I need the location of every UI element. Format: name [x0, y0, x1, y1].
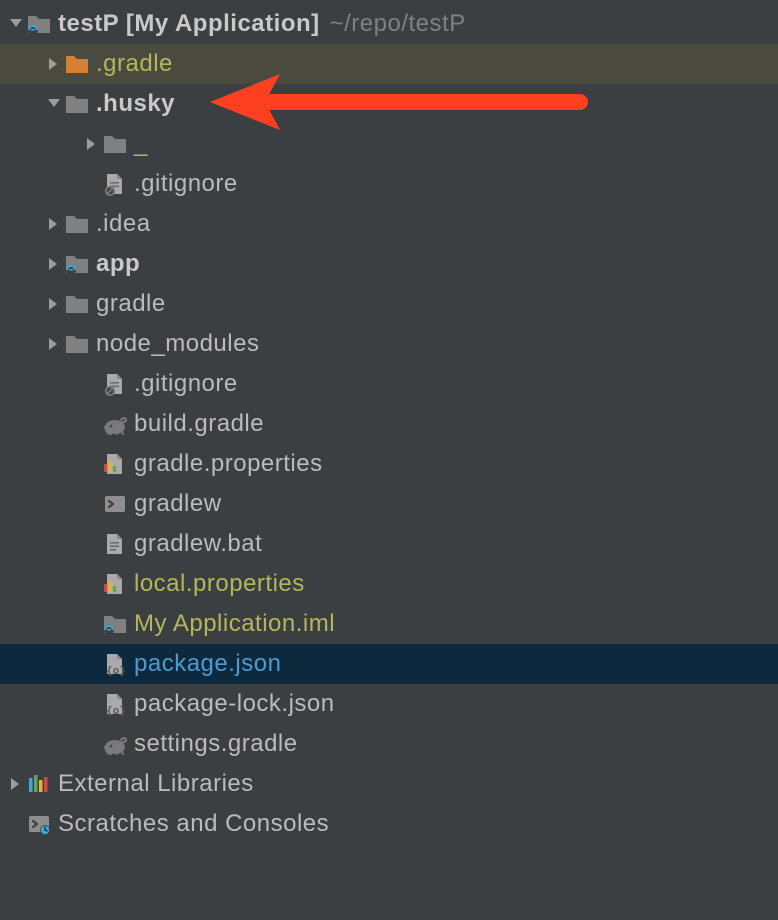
tree-item-label: Scratches and Consoles	[58, 810, 329, 838]
json-file-icon	[102, 692, 128, 716]
properties-icon	[102, 452, 128, 476]
expand-toggle-icon[interactable]	[6, 18, 26, 30]
properties-icon	[102, 572, 128, 596]
gradle-elephant-icon	[102, 412, 128, 436]
expand-toggle-icon[interactable]	[44, 217, 64, 231]
tree-item-label: gradle.properties	[134, 450, 323, 478]
expand-toggle-icon[interactable]	[44, 257, 64, 271]
tree-root-label: testP [My Application] ~/repo/testP	[58, 10, 466, 38]
project-folder-icon	[64, 252, 90, 276]
file-ignored-icon	[102, 172, 128, 196]
tree-item[interactable]: gradlew	[0, 484, 778, 524]
tree-item-label: gradlew	[134, 490, 222, 518]
tree-item-label: .gradle	[96, 50, 173, 78]
tree-item[interactable]: node_modules	[0, 324, 778, 364]
tree-item[interactable]: gradle	[0, 284, 778, 324]
tree-item-label: .gitignore	[134, 170, 238, 198]
project-path: ~/repo/testP	[330, 10, 466, 37]
tree-item[interactable]: .idea	[0, 204, 778, 244]
folder-orange-icon	[64, 52, 90, 76]
tree-item[interactable]: settings.gradle	[0, 724, 778, 764]
project-folder-icon	[102, 612, 128, 636]
tree-item-label: app	[96, 250, 140, 278]
tree-item[interactable]: .gitignore	[0, 364, 778, 404]
tree-item-label: local.properties	[134, 570, 305, 598]
tree-item-label: _	[134, 130, 148, 158]
expand-toggle-icon[interactable]	[44, 57, 64, 71]
tree-item[interactable]: package-lock.json	[0, 684, 778, 724]
file-ignored-icon	[102, 372, 128, 396]
folder-gray-icon	[64, 212, 90, 236]
tree-item[interactable]: package.json	[0, 644, 778, 684]
tree-item-label: .gitignore	[134, 370, 238, 398]
shell-icon	[102, 492, 128, 516]
tree-item[interactable]: gradle.properties	[0, 444, 778, 484]
module-name: [My Application]	[126, 10, 320, 37]
tree-item[interactable]: External Libraries	[0, 764, 778, 804]
folder-gray-icon	[102, 132, 128, 156]
file-generic-icon	[102, 532, 128, 556]
folder-gray-icon	[64, 292, 90, 316]
tree-item-label: package.json	[134, 650, 281, 678]
tree-item-label: settings.gradle	[134, 730, 298, 758]
json-file-icon	[102, 652, 128, 676]
tree-item-label: My Application.iml	[134, 610, 335, 638]
tree-item-label: gradle	[96, 290, 166, 318]
tree-item[interactable]: .husky	[0, 84, 778, 124]
scratches-icon	[26, 812, 52, 836]
tree-item-label: build.gradle	[134, 410, 264, 438]
libraries-icon	[26, 772, 52, 796]
tree-item[interactable]: build.gradle	[0, 404, 778, 444]
expand-toggle-icon[interactable]	[44, 337, 64, 351]
tree-item[interactable]: My Application.iml	[0, 604, 778, 644]
tree-item[interactable]: gradlew.bat	[0, 524, 778, 564]
tree-item[interactable]: _	[0, 124, 778, 164]
gradle-elephant-icon	[102, 732, 128, 756]
tree-item-label: node_modules	[96, 330, 259, 358]
expand-toggle-icon[interactable]	[6, 777, 26, 791]
expand-toggle-icon[interactable]	[44, 98, 64, 110]
project-tree[interactable]: testP [My Application] ~/repo/testP .gradl…	[0, 0, 778, 844]
tree-item-label: .husky	[96, 90, 175, 118]
expand-toggle-icon[interactable]	[82, 137, 102, 151]
tree-item-label: package-lock.json	[134, 690, 335, 718]
tree-item-label: gradlew.bat	[134, 530, 262, 558]
tree-root[interactable]: testP [My Application] ~/repo/testP	[0, 4, 778, 44]
project-folder-icon	[26, 12, 52, 36]
folder-gray-icon	[64, 92, 90, 116]
tree-item[interactable]: local.properties	[0, 564, 778, 604]
folder-gray-icon	[64, 332, 90, 356]
tree-item[interactable]: .gradle	[0, 44, 778, 84]
expand-toggle-icon[interactable]	[44, 297, 64, 311]
project-name: testP	[58, 10, 119, 37]
tree-item[interactable]: Scratches and Consoles	[0, 804, 778, 844]
tree-item[interactable]: .gitignore	[0, 164, 778, 204]
tree-item-label: External Libraries	[58, 770, 254, 798]
tree-item[interactable]: app	[0, 244, 778, 284]
tree-item-label: .idea	[96, 210, 151, 238]
